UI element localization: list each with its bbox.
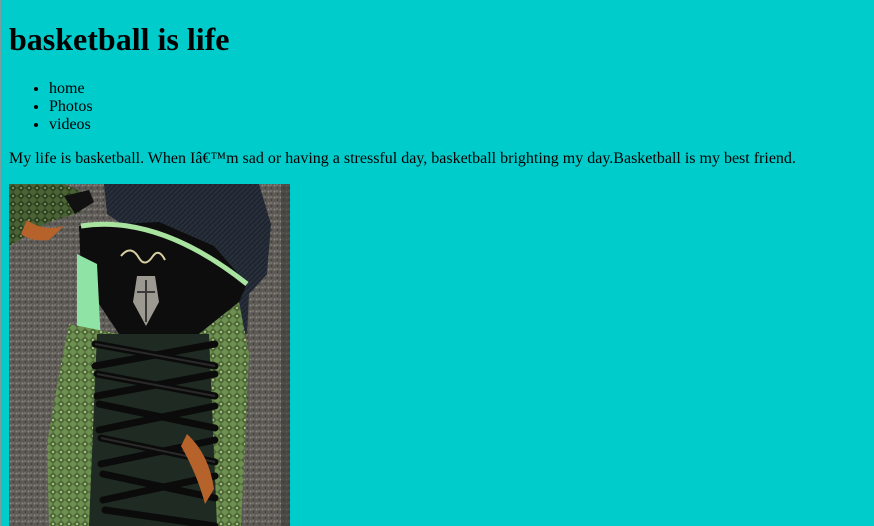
- nav-list: home Photos videos: [9, 80, 93, 134]
- intro-paragraph: My life is basketball. When Iâ€™m sad or…: [9, 150, 796, 167]
- window-left-border: [0, 0, 1, 526]
- nav-item-home[interactable]: home: [49, 80, 93, 98]
- nav-item-photos[interactable]: Photos: [49, 98, 93, 116]
- nav-item-videos[interactable]: videos: [49, 116, 93, 134]
- sneaker-photo: [9, 184, 290, 526]
- page-title: basketball is life: [9, 21, 230, 57]
